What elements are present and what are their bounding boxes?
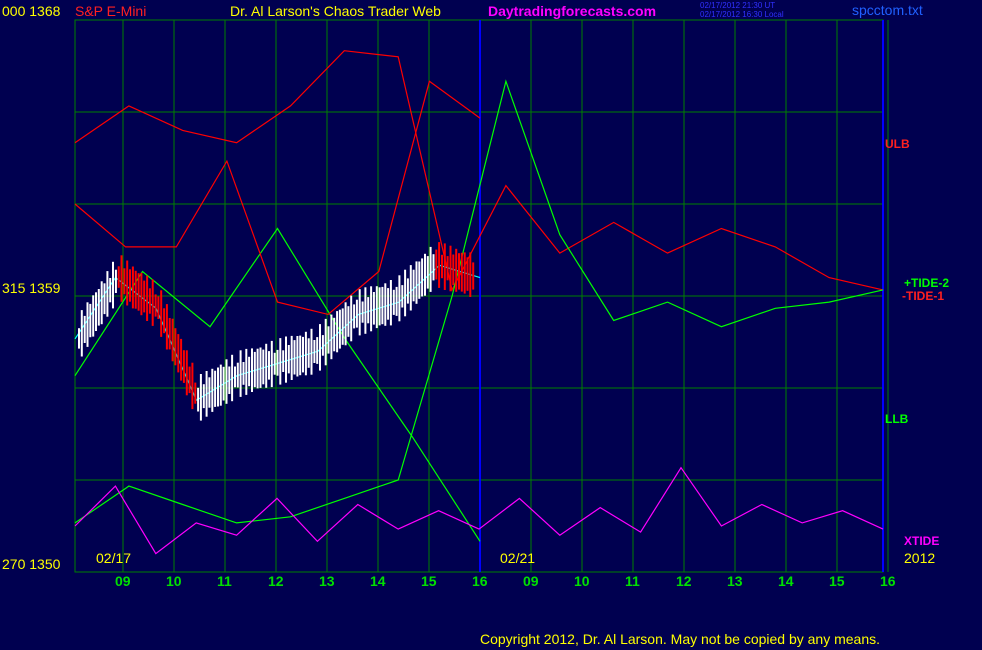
x-tick-label: 09 (523, 573, 539, 589)
x-tick-label: 10 (166, 573, 182, 589)
page-title: Dr. Al Larson's Chaos Trader Web (230, 3, 441, 19)
x-tick-label: 12 (268, 573, 284, 589)
llb-label: LLB (885, 412, 909, 426)
x-tick-label: 11 (217, 573, 232, 589)
x-tick-label: 10 (574, 573, 590, 589)
year-label: 2012 (904, 550, 936, 566)
x-tick-label: 11 (625, 573, 640, 589)
copyright-notice: Copyright 2012, Dr. Al Larson. May not b… (480, 631, 881, 647)
chart (74, 19, 889, 573)
tide1-label: -TIDE-1 (902, 289, 944, 303)
tide2-label: +TIDE-2 (904, 276, 950, 290)
x-tick-label: 13 (727, 573, 743, 589)
x-tick-label: 14 (370, 573, 386, 589)
instrument-label: S&P E-Mini (75, 3, 147, 19)
x-tick-label: 12 (676, 573, 692, 589)
xtide-label: XTIDE (904, 534, 940, 548)
x-tick-label: 14 (778, 573, 794, 589)
site-label: Daytradingforecasts.com (488, 3, 657, 19)
x-tick-label: 13 (319, 573, 335, 589)
x-tick-label: 09 (115, 573, 131, 589)
filename-label: spcctom.txt (852, 2, 923, 18)
y-label-top: 000 1368 (2, 3, 61, 19)
y-label-bottom: 270 1350 (2, 556, 61, 572)
x-tick-label: 16 (472, 573, 488, 589)
x-tick-label: 15 (829, 573, 845, 589)
x-tick-label: 15 (421, 573, 437, 589)
date-label-2: 02/21 (500, 550, 536, 566)
x-tick-label: 16 (880, 573, 896, 589)
timestamp-ut: 02/17/2012 21:30 UT (700, 1, 776, 10)
ulb-label: ULB (885, 137, 910, 151)
y-label-mid: 315 1359 (2, 280, 61, 296)
date-label-1: 02/17 (96, 550, 132, 566)
timestamp-local: 02/17/2012 16:30 Local (700, 10, 784, 19)
